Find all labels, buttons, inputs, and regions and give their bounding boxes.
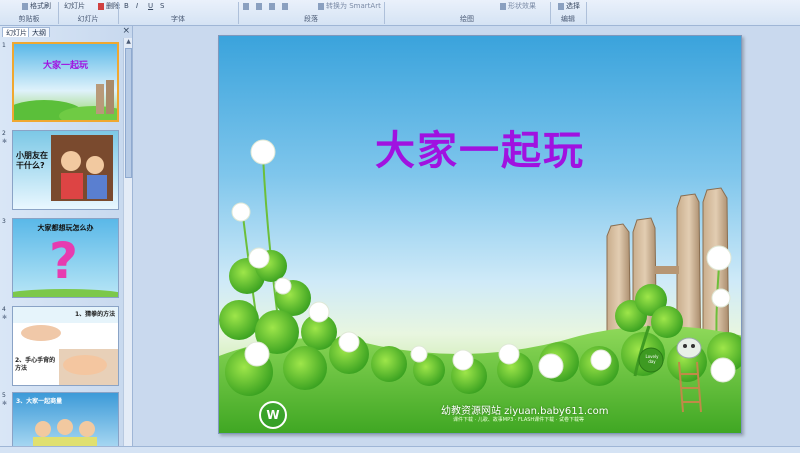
- slide-number: 4: [2, 306, 6, 313]
- animation-icon: ✱: [2, 400, 8, 407]
- current-slide[interactable]: Lovely day 大家一起玩 W 幼教资源网站 ziyuan.baby611…: [218, 35, 742, 434]
- logo-icon: W: [259, 401, 287, 429]
- slide-number: 2: [2, 130, 6, 137]
- thumbnail-preview: 3、大家一起商量: [12, 392, 119, 447]
- align-left-button[interactable]: [243, 1, 251, 11]
- slide-footer-subtext: 课件下载 · 儿歌、故事MP3 · FLASH课件下载 · 试卷下载等: [453, 417, 584, 423]
- select-arrow-icon: [558, 2, 564, 10]
- italic-button[interactable]: I: [136, 1, 138, 11]
- format-painter-button[interactable]: 格式刷: [22, 1, 51, 11]
- slide-title[interactable]: 大家一起玩: [219, 118, 741, 176]
- thumbnail-preview: 大家一起玩: [12, 42, 119, 122]
- sign-text: Lovely day: [645, 354, 659, 364]
- delete-icon: [98, 2, 104, 10]
- slide-number: 5: [2, 392, 6, 399]
- animation-icon: ✱: [2, 138, 8, 145]
- justify-button[interactable]: [282, 1, 290, 11]
- group-clipboard-label: 剪贴板: [18, 15, 40, 23]
- thumbnail-preview: 小朋友在干什么?: [12, 130, 119, 210]
- strikethrough-button[interactable]: S: [160, 1, 164, 11]
- align-center-icon: [256, 2, 262, 10]
- panel-scrollbar[interactable]: ▲: [123, 38, 132, 453]
- align-right-button[interactable]: [269, 1, 277, 11]
- close-icon[interactable]: ×: [122, 26, 130, 37]
- align-right-icon: [269, 2, 275, 10]
- group-editing-label: 编辑: [561, 15, 575, 23]
- scroll-thumb[interactable]: [125, 48, 132, 178]
- slide-artwork: [219, 139, 741, 433]
- thumbnail-title: 大家一起玩: [42, 61, 88, 71]
- align-left-icon: [243, 2, 249, 10]
- question-mark-icon: ?: [49, 232, 79, 290]
- thumbnail-title: 小朋友在干什么?: [16, 151, 48, 170]
- group-drawing-label: 绘图: [460, 15, 474, 23]
- group-font-label: 字体: [171, 15, 185, 23]
- thumbnail-preview: 1、猜拳的方法 2、手心手背的方法: [12, 306, 119, 386]
- bold-button[interactable]: B: [124, 1, 129, 11]
- thumbnail-background: [14, 44, 117, 120]
- thumbnail-background: [13, 307, 118, 385]
- shape-effects-icon: [500, 2, 506, 10]
- slide-number: 1: [2, 42, 6, 49]
- delete-slide-button[interactable]: 删除: [98, 1, 120, 11]
- slide-number: 3: [2, 218, 6, 225]
- slide-footer: 幼教资源网站 ziyuan.baby611.com: [441, 406, 609, 417]
- thumbnail-title: 3、大家一起商量: [16, 398, 63, 405]
- group-slides-label: 幻灯片: [77, 15, 99, 23]
- tab-outline[interactable]: 大纲: [28, 27, 50, 37]
- shape-effects-button[interactable]: 形状效果: [500, 1, 536, 11]
- slide-editor: Lovely day 大家一起玩 W 幼教资源网站 ziyuan.baby611…: [134, 26, 800, 453]
- thumbnail-preview: 大家都想玩怎么办 ?: [12, 218, 119, 298]
- brush-icon: [22, 2, 28, 10]
- ribbon-controls: 格式刷 幻灯片 删除 B I U S 转换为 SmartArt 形状效果 选择: [0, 0, 800, 12]
- animation-icon: ✱: [2, 314, 8, 321]
- select-button[interactable]: 选择: [558, 1, 580, 11]
- thumbnail-text: 2、手心手背的方法: [15, 357, 56, 372]
- convert-smartart-button[interactable]: 转换为 SmartArt: [318, 1, 381, 11]
- status-strip: [0, 446, 800, 453]
- tab-slides[interactable]: 幻灯片: [2, 27, 31, 37]
- slide-thumbnail-panel: 幻灯片 大纲 × ▲ 1 大家一起玩 2 ✱ 小朋友在干什么? 3 大家都想玩怎…: [0, 26, 133, 453]
- scroll-up-icon[interactable]: ▲: [125, 38, 132, 46]
- new-slide-button[interactable]: 幻灯片: [64, 1, 85, 11]
- align-center-button[interactable]: [256, 1, 264, 11]
- justify-icon: [282, 2, 288, 10]
- ribbon-separator: [586, 2, 587, 24]
- panel-tabs: 幻灯片 大纲 ×: [0, 26, 133, 37]
- smartart-icon: [318, 2, 324, 10]
- underline-button[interactable]: U: [148, 1, 153, 11]
- group-paragraph-label: 段落: [304, 15, 318, 23]
- thumbnail-text: 1、猜拳的方法: [75, 311, 116, 318]
- ribbon: 格式刷 幻灯片 删除 B I U S 转换为 SmartArt 形状效果 选择 …: [0, 0, 800, 26]
